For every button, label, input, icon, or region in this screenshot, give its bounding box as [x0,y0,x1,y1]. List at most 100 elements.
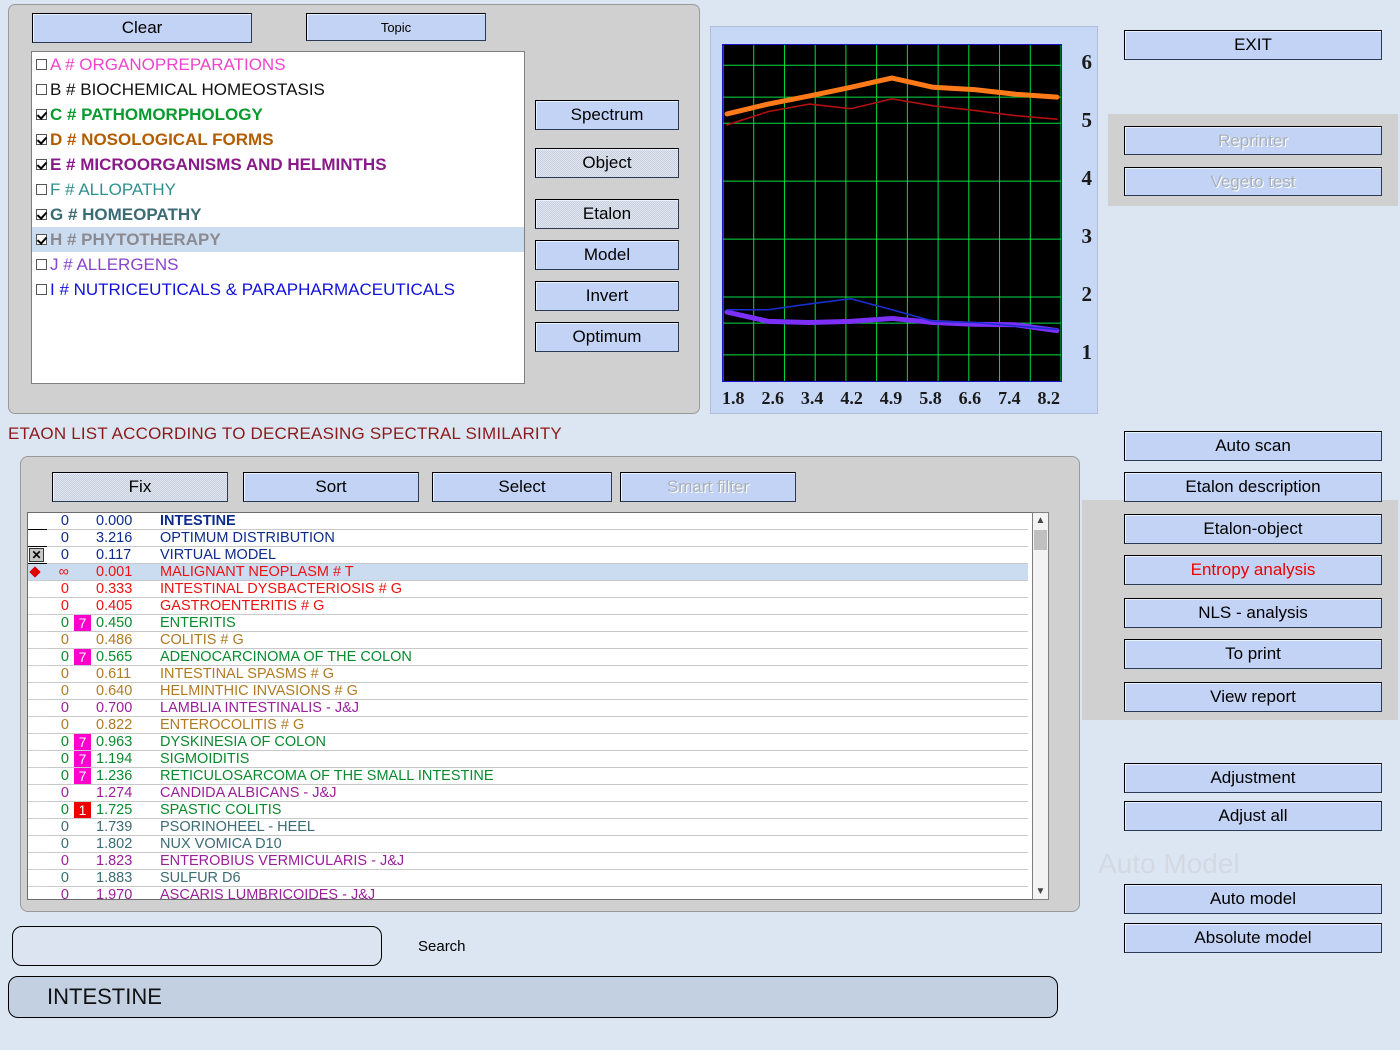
optimum-button[interactable]: Optimum [535,322,679,352]
row-marker-empty[interactable] [28,785,47,802]
smart-filter-button[interactable]: Smart filter [620,472,796,502]
row-marker-empty[interactable] [28,768,47,785]
auto-scan-button[interactable]: Auto scan [1124,431,1382,461]
etalon-row[interactable]: ✕ 0 0.117 VIRTUAL MODEL [28,547,1028,564]
fix-button[interactable]: Fix [52,472,228,502]
etalon-row[interactable]: 0 1.823 ENTEROBIUS VERMICULARIS - J&J [28,853,1028,870]
scroll-up-icon[interactable]: ▲ [1033,513,1048,528]
etalon-row[interactable]: 0 7 0.963 DYSKINESIA OF COLON [28,734,1028,751]
etalon-row[interactable]: 0 7 0.450 ENTERITIS [28,615,1028,632]
category-checkbox-b[interactable] [36,84,47,95]
select-button[interactable]: Select [432,472,612,502]
category-checkbox-i[interactable] [36,284,47,295]
object-button[interactable]: Object [535,148,679,178]
etalon-row[interactable]: 0 0.822 ENTEROCOLITIS # G [28,717,1028,734]
category-checkbox-g[interactable] [36,209,47,220]
category-list[interactable]: A # ORGANOPREPARATIONS B # BIOCHEMICAL HO… [31,51,525,384]
row-marker-empty[interactable] [28,853,47,870]
row-marker-empty[interactable] [28,666,47,683]
etalon-row[interactable]: 0 1.970 ASCARIS LUMBRICOIDES - J&J [28,887,1028,899]
row-marker-empty[interactable] [28,734,47,751]
row-marker-empty[interactable] [28,802,47,819]
clear-button[interactable]: Clear [32,13,252,43]
invert-button[interactable]: Invert [535,281,679,311]
scroll-down-icon[interactable]: ▼ [1033,884,1048,899]
model-button[interactable]: Model [535,240,679,270]
row-marker-empty[interactable] [28,819,47,836]
etalon-button[interactable]: Etalon [535,199,679,229]
category-row-g[interactable]: G # HOMEOPATHY [32,202,524,227]
exit-button[interactable]: EXIT [1124,30,1382,60]
category-row-c[interactable]: C # PATHOMORPHOLOGY [32,102,524,127]
row-marker-empty[interactable] [28,751,47,768]
spectrum-plot[interactable] [722,44,1062,382]
etalon-row[interactable]: 0 1.883 SULFUR D6 [28,870,1028,887]
row-marker-empty[interactable] [28,530,47,547]
entropy-analysis-button[interactable]: Entropy analysis [1124,555,1382,585]
etalon-description-button[interactable]: Etalon description [1124,472,1382,502]
etalon-row[interactable]: 0 7 0.565 ADENOCARCINOMA OF THE COLON [28,649,1028,666]
row-marker-empty[interactable] [28,700,47,717]
etalon-row[interactable]: 0 0.000 INTESTINE [28,513,1028,530]
etalon-row[interactable]: 0 3.216 OPTIMUM DISTRIBUTION [28,530,1028,547]
category-checkbox-e[interactable] [36,159,47,170]
category-checkbox-h[interactable] [36,234,47,245]
category-checkbox-c[interactable] [36,109,47,120]
etalon-row[interactable]: 0 0.405 GASTROENTERITIS # G [28,598,1028,615]
row-marker-diamond-icon[interactable] [28,564,47,581]
etalon-row[interactable]: 0 0.700 LAMBLIA INTESTINALIS - J&J [28,700,1028,717]
category-checkbox-a[interactable] [36,59,47,70]
etalon-row[interactable]: 0 0.333 INTESTINAL DYSBACTERIOSIS # G [28,581,1028,598]
row-marker-empty[interactable] [28,717,47,734]
search-input[interactable] [12,926,382,966]
row-marker-empty[interactable] [28,581,47,598]
row-marker-x-icon[interactable]: ✕ [28,547,47,564]
category-checkbox-j[interactable] [36,259,47,270]
etalon-row[interactable]: 0 0.611 INTESTINAL SPASMS # G [28,666,1028,683]
category-row-h[interactable]: H # PHYTOTHERAPY [32,227,524,252]
vegeto-test-button[interactable]: Vegeto test [1124,167,1382,196]
etalon-table[interactable]: 0 0.000 INTESTINE 0 3.216 OPTIMUM DISTRIBUTIO… [27,512,1049,900]
row-marker-empty[interactable] [28,649,47,666]
sort-button[interactable]: Sort [243,472,419,502]
category-row-b[interactable]: B # BIOCHEMICAL HOMEOSTASIS [32,77,524,102]
etalon-row[interactable]: 0 7 1.194 SIGMOIDITIS [28,751,1028,768]
etalon-row[interactable]: 0 7 1.236 RETICULOSARCOMA OF THE SMALL INTE… [28,768,1028,785]
spectrum-button[interactable]: Spectrum [535,100,679,130]
category-row-j[interactable]: J # ALLERGENS [32,252,524,277]
to-print-button[interactable]: To print [1124,639,1382,669]
row-marker-empty[interactable] [28,887,47,899]
row-marker-empty[interactable] [28,632,47,649]
category-row-e[interactable]: E # MICROORGANISMS AND HELMINTHS [32,152,524,177]
category-row-f[interactable]: F # ALLOPATHY [32,177,524,202]
etalon-scrollbar[interactable]: ▲ ▼ [1032,512,1049,900]
category-row-i[interactable]: I # NUTRICEUTICALS & PARAPHARMACEUTICALS [32,277,524,302]
absolute-model-button[interactable]: Absolute model [1124,923,1382,953]
etalon-row[interactable]: 0 1.274 CANDIDA ALBICANS - J&J [28,785,1028,802]
scrollbar-thumb[interactable] [1034,530,1047,550]
category-checkbox-f[interactable] [36,184,47,195]
row-marker-empty[interactable] [28,615,47,632]
row-marker-empty[interactable] [28,513,47,530]
etalon-row[interactable]: 0 1.802 NUX VOMICA D10 [28,836,1028,853]
etalon-row[interactable]: 0 1.739 PSORINOHEEL - HEEL [28,819,1028,836]
row-marker-empty[interactable] [28,598,47,615]
etalon-object-button[interactable]: Etalon-object [1124,514,1382,544]
category-checkbox-d[interactable] [36,134,47,145]
adjustment-button[interactable]: Adjustment [1124,763,1382,793]
row-marker-empty[interactable] [28,683,47,700]
auto-model-button[interactable]: Auto model [1124,884,1382,914]
etalon-row[interactable]: 0 0.640 HELMINTHIC INVASIONS # G [28,683,1028,700]
category-row-d[interactable]: D # NOSOLOGICAL FORMS [32,127,524,152]
view-report-button[interactable]: View report [1124,682,1382,712]
category-row-a[interactable]: A # ORGANOPREPARATIONS [32,52,524,77]
row-marker-empty[interactable] [28,836,47,853]
diamond-icon[interactable] [29,566,41,578]
row-marker-empty[interactable] [28,870,47,887]
close-icon[interactable]: ✕ [29,548,44,562]
reprinter-button[interactable]: Reprinter [1124,126,1382,155]
nls-analysis-button[interactable]: NLS - analysis [1124,598,1382,628]
adjust-all-button[interactable]: Adjust all [1124,801,1382,831]
etalon-row[interactable]: 0 1 1.725 SPASTIC COLITIS [28,802,1028,819]
topic-button[interactable]: Topic [306,13,486,41]
